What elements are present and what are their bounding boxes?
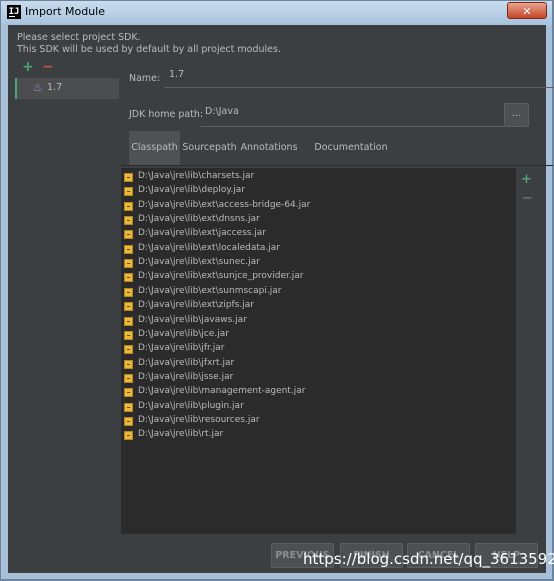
jar-archive-icon xyxy=(124,216,133,226)
jar-archive-icon xyxy=(124,230,133,240)
jar-archive-icon xyxy=(124,416,133,426)
classpath-entry-text: D:\Java\jre\lib\ext\access-bridge-64.jar xyxy=(138,199,311,210)
jar-archive-icon xyxy=(124,287,133,297)
remove-path-button[interactable]: − xyxy=(522,191,533,206)
classpath-entry-text: D:\Java\jre\lib\ext\sunjce_provider.jar xyxy=(138,271,304,282)
sdk-list-item[interactable]: ♨ 1.7 xyxy=(15,78,119,99)
window-close-button[interactable]: ✕ xyxy=(507,2,547,19)
classpath-entry-text: D:\Java\jre\lib\ext\jaccess.jar xyxy=(138,228,267,239)
jar-archive-icon xyxy=(124,373,133,383)
tab-classpath[interactable]: Classpath xyxy=(129,131,180,165)
intellij-app-icon: IJ xyxy=(7,5,21,19)
classpath-entry-text: D:\Java\jre\lib\resources.jar xyxy=(138,414,260,425)
tab-sourcepath[interactable]: Sourcepath xyxy=(182,131,237,165)
classpath-entry-text: D:\Java\jre\lib\jfr.jar xyxy=(138,343,225,354)
sdk-default-message: This SDK will be used by default by all … xyxy=(17,44,281,55)
jar-archive-icon xyxy=(124,359,133,369)
add-sdk-button[interactable]: + xyxy=(22,60,34,74)
classpath-entry-text: D:\Java\jre\lib\ext\sunec.jar xyxy=(138,257,260,268)
jar-archive-icon xyxy=(124,431,133,441)
jar-archive-icon xyxy=(124,173,133,182)
jar-archive-icon xyxy=(124,345,133,355)
sdk-item-label: 1.7 xyxy=(47,82,63,93)
jar-archive-icon xyxy=(124,402,133,412)
jar-archive-icon xyxy=(124,244,133,254)
remove-sdk-button[interactable]: − xyxy=(42,60,54,74)
jar-archive-icon xyxy=(124,187,133,197)
classpath-entry-text: D:\Java\jre\lib\jce.jar xyxy=(138,328,229,339)
sdk-list: ♨ 1.7 xyxy=(15,78,119,528)
browse-button[interactable]: ... xyxy=(504,103,529,127)
jar-archive-icon xyxy=(124,273,133,283)
tab-separator xyxy=(121,165,553,166)
jar-archive-icon xyxy=(124,201,133,211)
dialog-content: Please select project SDK. This SDK will… xyxy=(8,25,554,573)
classpath-entry-text: D:\Java\jre\lib\jsse.jar xyxy=(138,371,234,382)
title-bar: IJ Import Module ✕ xyxy=(1,1,552,25)
jar-archive-icon xyxy=(124,316,133,326)
classpath-entry-text: D:\Java\jre\lib\deploy.jar xyxy=(138,185,245,196)
classpath-entry-text: D:\Java\jre\lib\ext\sunmscapi.jar xyxy=(138,285,282,296)
classpath-entry-text: D:\Java\jre\lib\plugin.jar xyxy=(138,400,244,411)
classpath-entry-text: D:\Java\jre\lib\ext\zipfs.jar xyxy=(138,300,254,311)
csdn-watermark: https://blog.csdn.net/qq_36135928 xyxy=(303,550,554,568)
tab-documentation-paths[interactable]: Documentation Paths xyxy=(301,131,401,187)
jdk-home-field[interactable]: D:\Java xyxy=(201,103,504,127)
tab-annotations[interactable]: Annotations xyxy=(239,131,299,165)
jar-archive-icon xyxy=(124,388,133,398)
classpath-entry-text: D:\Java\jre\lib\management-agent.jar xyxy=(138,386,306,397)
classpath-entry-text: D:\Java\jre\lib\ext\localedata.jar xyxy=(138,242,280,253)
jar-archive-icon xyxy=(124,330,133,340)
classpath-entry-text: D:\Java\jre\lib\ext\dnsns.jar xyxy=(138,214,260,225)
classpath-entry-text: D:\Java\jre\lib\javaws.jar xyxy=(138,314,247,325)
jar-archive-icon xyxy=(124,302,133,312)
jar-archive-icon xyxy=(124,259,133,269)
classpath-list: D:\Java\jre\lib\charsets.jar D:\Java\jre\… xyxy=(121,168,516,534)
sdk-prompt-message: Please select project SDK. xyxy=(17,32,141,43)
name-label: Name: xyxy=(129,73,161,84)
window-title: Import Module xyxy=(25,5,106,18)
classpath-entry-text: D:\Java\jre\lib\rt.jar xyxy=(138,429,224,440)
classpath-entry-text: D:\Java\jre\lib\charsets.jar xyxy=(138,171,255,181)
add-path-button[interactable]: + xyxy=(521,172,532,187)
classpath-entry-text: D:\Java\jre\lib\jfxrt.jar xyxy=(138,357,235,368)
name-field[interactable]: 1.7 xyxy=(165,66,554,88)
jdk-home-label: JDK home path: xyxy=(129,109,204,120)
import-module-window: IJ Import Module ✕ Please select project… xyxy=(0,0,554,580)
jdk-cup-icon: ♨ xyxy=(33,81,43,94)
